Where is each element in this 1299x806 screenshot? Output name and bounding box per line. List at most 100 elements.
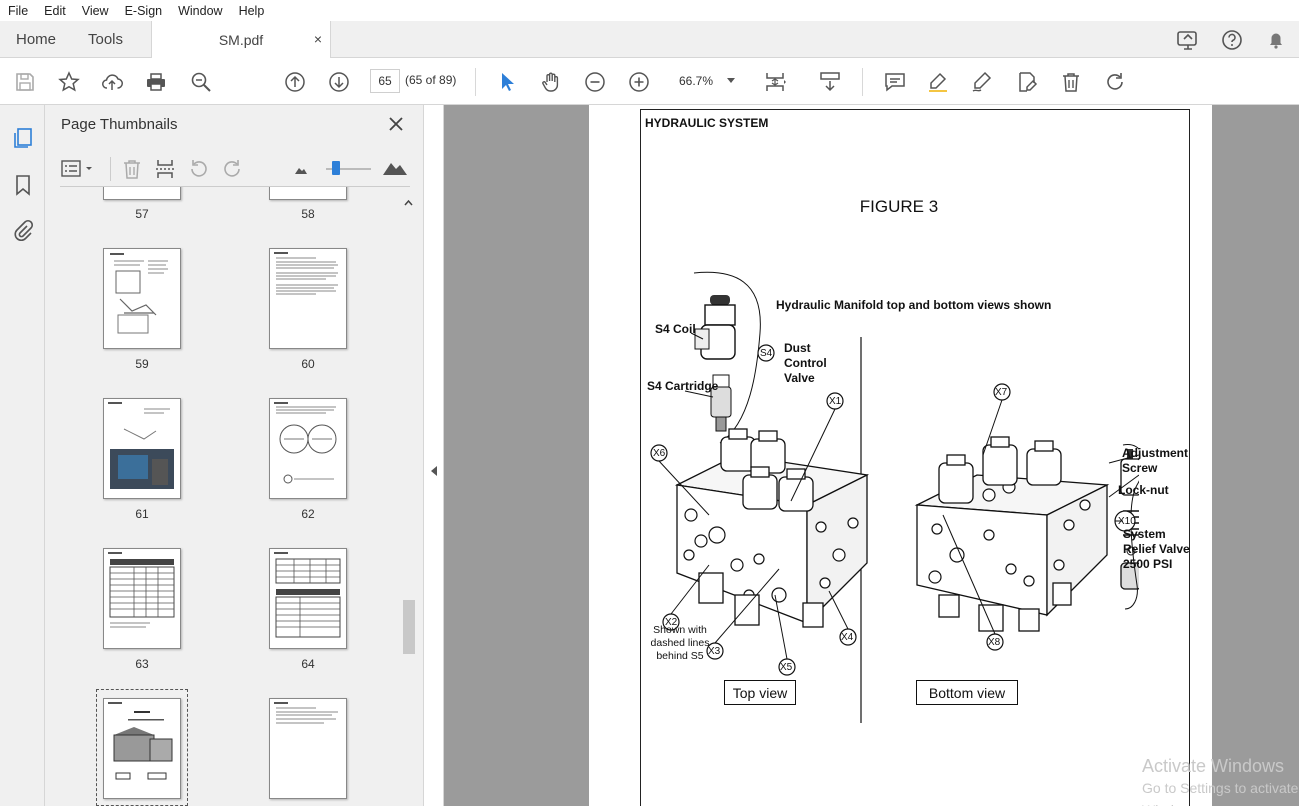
delete-icon[interactable] — [1058, 69, 1084, 95]
thumbnail-page[interactable] — [103, 398, 181, 499]
hand-tool-icon[interactable] — [538, 69, 564, 95]
label-lock-nut: Lock-nut — [1118, 483, 1169, 497]
rotate-right-icon[interactable] — [220, 157, 244, 181]
insert-page-icon[interactable] — [153, 157, 177, 181]
upload-cloud-icon[interactable] — [99, 69, 125, 95]
section-header: HYDRAULIC SYSTEM — [645, 116, 769, 130]
edit-pdf-icon[interactable] — [1014, 69, 1040, 95]
chevron-down-icon — [727, 78, 735, 83]
large-thumbnail-icon[interactable] — [382, 158, 408, 176]
options-menu-icon[interactable] — [60, 157, 96, 181]
page-thumbnails-panel: Page Thumbnails 57 58 59 60 61 62 63 64 — [45, 105, 424, 806]
panel-collapse-strip — [424, 105, 444, 806]
attachments-icon[interactable] — [11, 219, 35, 243]
tab-document[interactable]: SM.pdf × — [151, 21, 331, 59]
thumbnail-label: 61 — [135, 507, 149, 521]
label-s4-coil: S4 Coil — [655, 322, 696, 336]
hydraulic-manifold-diagram — [650, 271, 1139, 723]
page-preview-table — [108, 552, 175, 628]
page-preview-figure — [108, 702, 173, 780]
thumbnail-page-current[interactable] — [103, 698, 181, 799]
thumbnail-page[interactable] — [269, 698, 347, 799]
select-cursor-icon[interactable] — [494, 69, 520, 95]
next-page-icon[interactable] — [326, 69, 352, 95]
delete-page-icon[interactable] — [120, 157, 144, 181]
page-preview-text — [274, 702, 338, 724]
menu-help[interactable]: Help — [231, 4, 273, 18]
slider-handle[interactable] — [332, 161, 340, 175]
zoom-level-select[interactable]: 66.7% — [666, 69, 742, 93]
zoom-in-icon[interactable] — [626, 69, 652, 95]
thumbnail-page[interactable] — [103, 548, 181, 649]
thumbnail-page[interactable] — [103, 248, 181, 349]
panel-title: Page Thumbnails — [61, 116, 178, 133]
page-thumbnails-icon[interactable] — [11, 126, 35, 150]
thumbnail-page[interactable] — [269, 398, 347, 499]
label-x4: X4 — [841, 632, 854, 643]
label-relief-valve: System Relief Valve 2500 PSI — [1123, 527, 1190, 571]
collapse-arrow-icon[interactable] — [430, 465, 438, 477]
rotate-icon[interactable] — [1102, 69, 1128, 95]
main-toolbar: 65 (65 of 89) 66.7% — [0, 58, 1299, 105]
zoom-out-icon[interactable] — [582, 69, 608, 95]
thumbnail-page[interactable] — [269, 187, 347, 200]
menu-edit[interactable]: Edit — [36, 4, 74, 18]
notification-bell-icon[interactable] — [1263, 27, 1289, 53]
navigation-rail — [0, 105, 45, 806]
thumbnail-label: 58 — [301, 207, 315, 221]
zoom-level-value: 66.7% — [679, 74, 714, 88]
thumbnail-page[interactable] — [103, 187, 181, 200]
label-s4-cartridge: S4 Cartridge — [647, 379, 719, 393]
tab-home[interactable]: Home — [16, 21, 56, 58]
label-x7: X7 — [995, 387, 1008, 398]
close-icon[interactable] — [386, 114, 406, 134]
thumbnail-label: 60 — [301, 357, 315, 371]
scrolling-mode-icon[interactable] — [817, 69, 843, 95]
draw-sign-icon[interactable] — [969, 69, 995, 95]
thumbnail-page[interactable] — [269, 248, 347, 349]
bookmarks-icon[interactable] — [11, 173, 35, 197]
page-number-input[interactable]: 65 — [370, 69, 400, 93]
small-thumbnail-icon[interactable] — [294, 163, 308, 175]
menu-view[interactable]: View — [74, 4, 117, 18]
thumbnail-label: 59 — [135, 357, 149, 371]
menu-window[interactable]: Window — [170, 4, 230, 18]
print-icon[interactable] — [143, 69, 169, 95]
comment-icon[interactable] — [882, 69, 908, 95]
menu-esign[interactable]: E-Sign — [117, 4, 171, 18]
document-viewer[interactable]: HYDRAULIC SYSTEM FIGURE 3 Hydraulic Mani… — [444, 105, 1299, 806]
tab-close-icon[interactable]: × — [314, 31, 322, 47]
scrollbar-thumb[interactable] — [403, 600, 415, 654]
tab-bar: Home Tools SM.pdf × — [0, 21, 1299, 59]
highlight-pen-icon[interactable] — [925, 69, 951, 95]
page-count: (65 of 89) — [405, 73, 457, 87]
pdf-page: HYDRAULIC SYSTEM FIGURE 3 Hydraulic Mani… — [589, 105, 1212, 806]
page-preview-diagram — [110, 253, 168, 334]
thumbnail-label: 64 — [301, 657, 315, 671]
thumbnail-page[interactable] — [269, 548, 347, 649]
rotate-left-icon[interactable] — [187, 157, 211, 181]
bookmark-star-icon[interactable] — [56, 69, 82, 95]
help-icon[interactable] — [1219, 27, 1245, 53]
activation-watermark: Activate Windows Go to Settings to activ… — [1142, 755, 1299, 806]
zoom-search-icon[interactable] — [188, 69, 214, 95]
watermark-title: Activate Windows — [1142, 756, 1285, 776]
previous-page-icon[interactable] — [282, 69, 308, 95]
page-fit-icon[interactable] — [762, 69, 788, 95]
menu-bar: File Edit View E-Sign Window Help — [0, 0, 1299, 21]
save-icon[interactable] — [12, 69, 38, 95]
menu-file[interactable]: File — [0, 4, 36, 18]
label-x8: X8 — [988, 637, 1001, 648]
tab-tools[interactable]: Tools — [88, 21, 123, 58]
label-x6: X6 — [653, 448, 666, 459]
share-screen-icon[interactable] — [1175, 27, 1201, 53]
thumbnail-scrollbar[interactable] — [402, 195, 415, 806]
figure-title: FIGURE 3 — [859, 197, 939, 216]
label-dashed-note: Shown with dashed lines behind S5 — [650, 624, 710, 662]
page-preview-table — [274, 552, 341, 638]
toolbar-divider — [862, 68, 863, 96]
label-x1: X1 — [829, 396, 842, 407]
toolbar-divider — [110, 157, 111, 181]
page-preview-photo — [108, 402, 174, 489]
diagram-caption: Hydraulic Manifold top and bottom views … — [776, 298, 1052, 312]
